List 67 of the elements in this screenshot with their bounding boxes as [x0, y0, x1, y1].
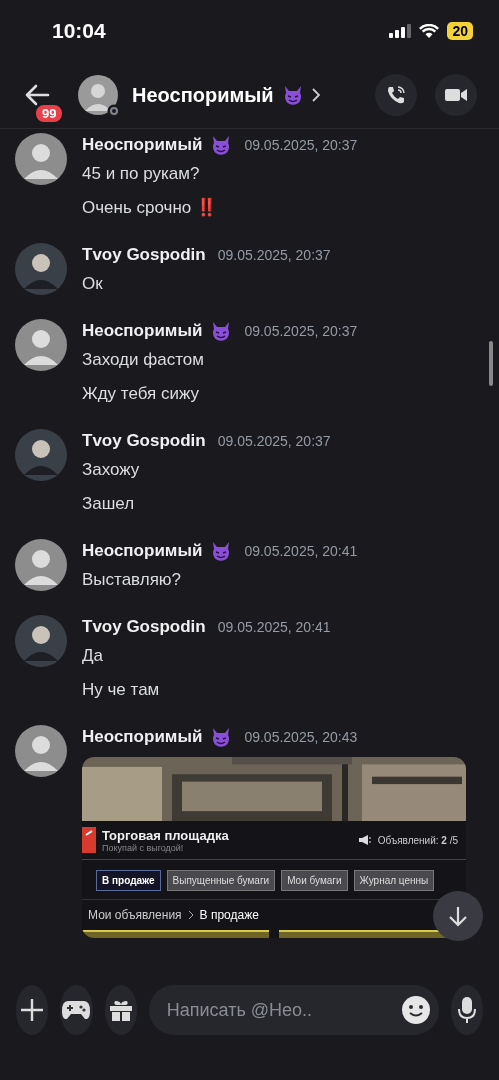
breadcrumb-item[interactable]: В продаже: [199, 908, 259, 922]
timestamp: 09.05.2025, 20:37: [244, 323, 358, 339]
chat-title[interactable]: Неоспоримый: [132, 83, 274, 107]
timestamp: 09.05.2025, 20:37: [244, 137, 358, 153]
timestamp: 09.05.2025, 20:41: [217, 619, 331, 635]
phone-icon: [385, 84, 407, 106]
message-input[interactable]: Написать @Нео..: [164, 998, 401, 1022]
emoji-icon[interactable]: [400, 995, 431, 1025]
message-text: Жду тебя сижу: [82, 383, 201, 405]
avatar[interactable]: [15, 725, 67, 777]
camera-icon: [444, 86, 468, 104]
signal-icon: [389, 24, 412, 38]
author-name[interactable]: Неоспоримый: [82, 321, 203, 341]
tab[interactable]: Журнал ценны: [353, 870, 435, 891]
marketplace-title: Торговая площадка: [102, 827, 229, 843]
avatar[interactable]: [15, 539, 67, 591]
logo-icon: [82, 827, 96, 853]
message-text: Очень срочно ‼: [82, 197, 218, 219]
author-name[interactable]: Неоспоримый: [82, 541, 203, 561]
message-text: Зашел: [82, 493, 136, 515]
message-text: Заходи фастом: [82, 349, 205, 371]
message-field[interactable]: Написать @Нео..: [148, 985, 439, 1035]
message-text: Захожу: [82, 459, 141, 481]
megaphone-icon: [357, 834, 372, 846]
message-text: Ок: [82, 273, 104, 295]
tab[interactable]: Мои бумаги: [281, 870, 348, 891]
status-time: 10:04: [52, 19, 106, 43]
message-text: Да: [82, 645, 104, 667]
timestamp: 09.05.2025, 20:43: [244, 729, 358, 745]
listing-counter: Объявлений: 2 /5: [377, 834, 458, 846]
avatar[interactable]: [78, 75, 118, 115]
tab[interactable]: Выпущенные бумаги: [166, 870, 276, 891]
marketplace-subtitle: Покупай с выгодой!: [102, 842, 184, 853]
gamepad-icon: [61, 999, 92, 1021]
timestamp: 09.05.2025, 20:37: [217, 247, 331, 263]
author-name[interactable]: Tvoy Gospodin: [82, 245, 206, 265]
scroll-down-button[interactable]: [433, 891, 483, 941]
scrollbar: [489, 341, 493, 386]
author-name[interactable]: Tvoy Gospodin: [82, 431, 206, 451]
arrow-down-icon: [447, 905, 469, 927]
message-text: Выставляю?: [82, 569, 183, 591]
avatar[interactable]: [15, 319, 67, 371]
call-button[interactable]: [375, 74, 417, 116]
chevron-icon: [187, 910, 194, 920]
author-name[interactable]: Неоспоримый: [82, 727, 203, 747]
chevron-icon[interactable]: [311, 88, 320, 102]
author-name[interactable]: Неоспоримый: [82, 135, 203, 155]
author-name[interactable]: Tvoy Gospodin: [82, 617, 206, 637]
avatar[interactable]: [15, 243, 67, 295]
tab[interactable]: В продаже: [96, 870, 161, 891]
breadcrumb-item[interactable]: Мои объявления: [88, 908, 182, 922]
video-call-button[interactable]: [435, 74, 477, 116]
status-icon: [107, 104, 121, 118]
gamepad-button[interactable]: [60, 985, 93, 1035]
avatar[interactable]: [15, 133, 67, 185]
plus-icon: [19, 997, 46, 1023]
unread-badge: 99: [34, 103, 65, 124]
back-icon[interactable]: [24, 84, 50, 106]
battery-level: 20: [447, 22, 473, 40]
timestamp: 09.05.2025, 20:37: [217, 433, 331, 449]
message-text: Ну че там: [82, 679, 161, 701]
wifi-icon: [419, 24, 440, 38]
avatar[interactable]: [15, 615, 67, 667]
message-text: 45 и по рукам?: [82, 163, 201, 185]
timestamp: 09.05.2025, 20:41: [244, 543, 358, 559]
avatar[interactable]: [15, 429, 67, 481]
microphone-icon: [456, 996, 477, 1024]
